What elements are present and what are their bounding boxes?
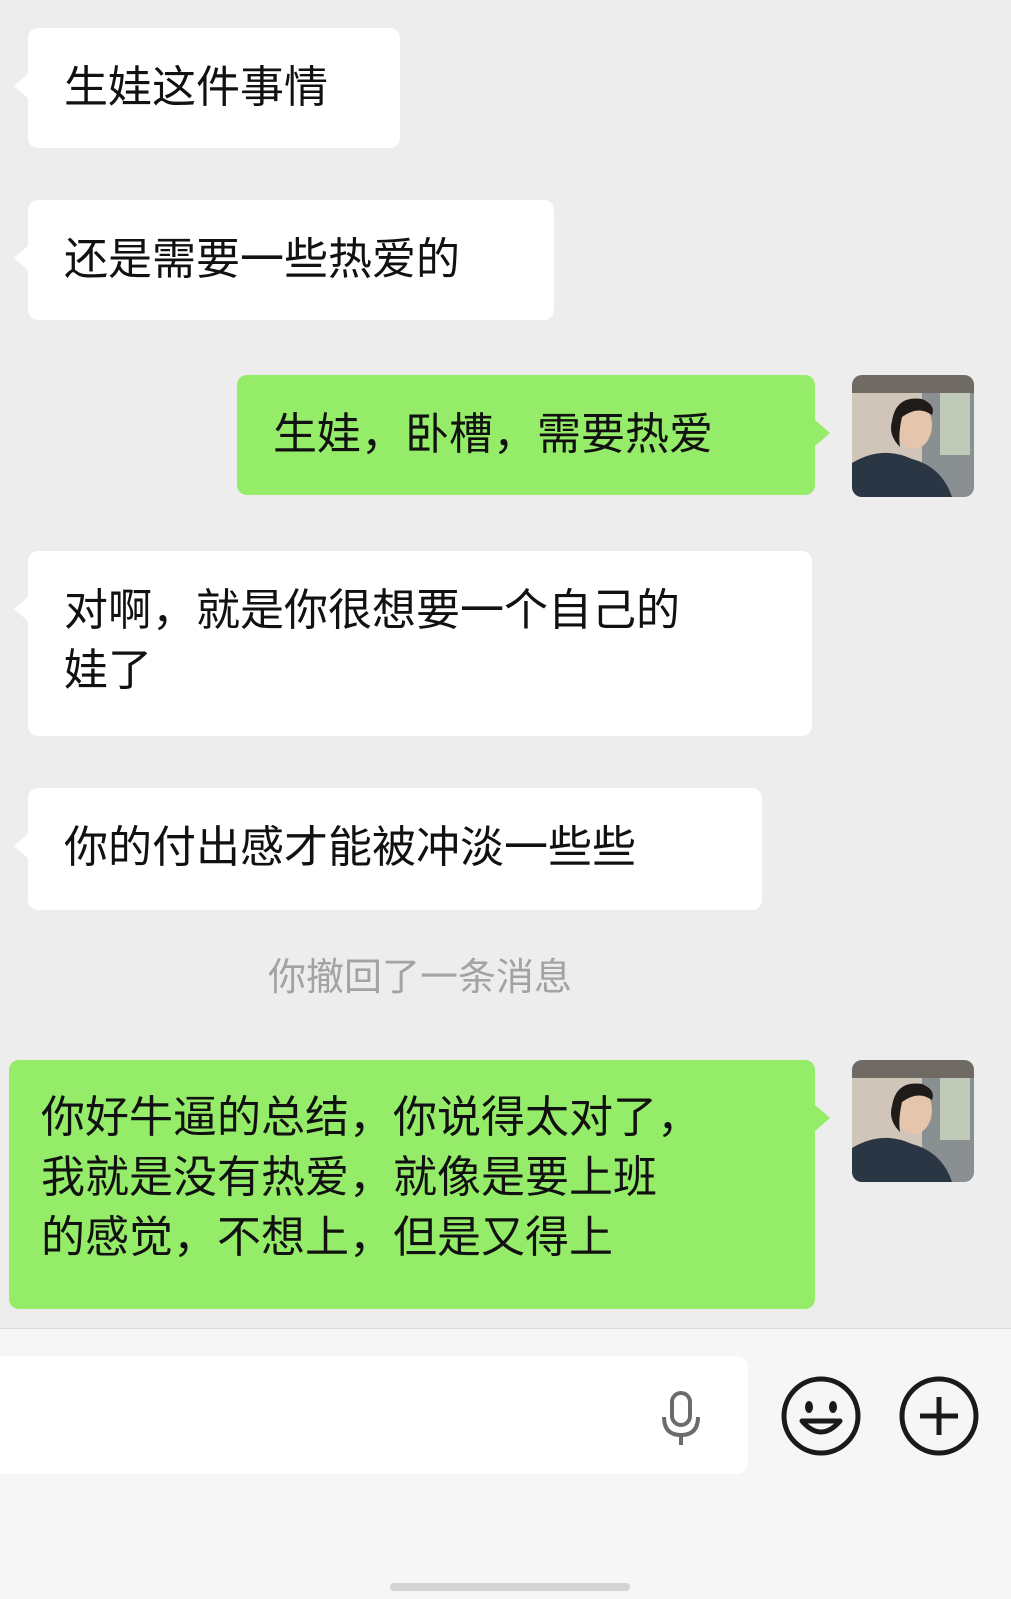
message-input[interactable] <box>0 1356 748 1474</box>
home-indicator <box>390 1583 630 1591</box>
message-text: 还是需要一些热爱的 <box>64 234 460 285</box>
user-photo-icon <box>852 1060 974 1182</box>
emoji-icon[interactable] <box>780 1375 862 1457</box>
message-text: 生娃这件事情 <box>64 62 328 113</box>
message-bubble-outgoing[interactable]: 你好牛逼的总结，你说得太对了， 我就是没有热爱，就像是要上班 的感觉，不想上，但… <box>9 1060 830 1309</box>
input-bar <box>0 1328 1011 1599</box>
avatar[interactable] <box>852 375 974 497</box>
message-text: 你好牛逼的总结，你说得太对了， 我就是没有热爱，就像是要上班 的感觉，不想上，但… <box>41 1092 701 1263</box>
message-bubble-incoming[interactable]: 还是需要一些热爱的 <box>14 200 554 320</box>
message-text: 对啊，就是你很想要一个自己的 娃了 <box>64 585 680 696</box>
voice-icon[interactable] <box>658 1391 704 1447</box>
recall-notice: 你撤回了一条消息 <box>267 955 572 999</box>
message-bubble-outgoing[interactable]: 生娃，卧槽，需要热爱 <box>237 375 830 495</box>
message-text: 你的付出感才能被冲淡一些些 <box>64 822 636 873</box>
message-bubble-incoming[interactable]: 对啊，就是你很想要一个自己的 娃了 <box>14 551 812 736</box>
plus-icon[interactable] <box>898 1375 980 1457</box>
message-text: 生娃，卧槽，需要热爱 <box>273 409 713 460</box>
message-bubble-incoming[interactable]: 生娃这件事情 <box>14 28 400 148</box>
user-photo-icon <box>852 375 974 497</box>
message-bubble-incoming[interactable]: 你的付出感才能被冲淡一些些 <box>14 788 762 910</box>
avatar[interactable] <box>852 1060 974 1182</box>
